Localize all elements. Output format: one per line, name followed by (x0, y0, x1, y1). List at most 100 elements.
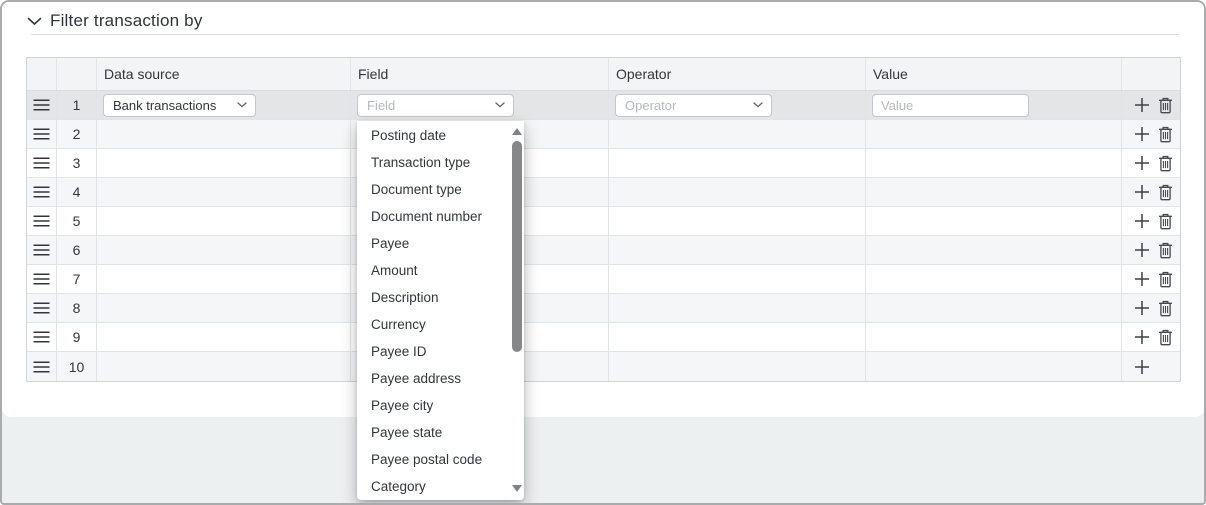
plus-icon (1134, 300, 1150, 316)
data-source-cell (97, 178, 351, 206)
data-source-cell (97, 120, 351, 148)
dropdown-item[interactable]: Transaction type (357, 149, 509, 176)
value-cell (866, 120, 1122, 148)
table-row-1[interactable]: 1 Bank transactions Field (27, 91, 1180, 120)
table-row[interactable]: 9 (27, 323, 1180, 352)
table-row[interactable]: 4 (27, 178, 1180, 207)
table-row[interactable]: 10 (27, 352, 1180, 381)
operator-cell (609, 178, 866, 206)
drag-handle-icon[interactable] (33, 331, 50, 343)
value-input[interactable] (872, 94, 1029, 117)
delete-row-button[interactable] (1155, 124, 1175, 144)
table-row[interactable]: 6 (27, 236, 1180, 265)
add-row-button[interactable] (1132, 269, 1152, 289)
panel-header: Filter transaction by (2, 2, 1204, 31)
delete-row-button[interactable] (1155, 182, 1175, 202)
add-row-button[interactable] (1132, 357, 1152, 377)
chevron-down-icon[interactable] (27, 17, 42, 26)
dropdown-item[interactable]: Payee state (357, 419, 509, 446)
dropdown-item[interactable]: Payee address (357, 365, 509, 392)
dropdown-item[interactable]: Description (357, 284, 509, 311)
triangle-down-icon[interactable] (512, 485, 522, 492)
plus-icon (1134, 213, 1150, 229)
app-window: Filter transaction by Data source Field … (0, 0, 1206, 505)
table-row[interactable]: 7 (27, 265, 1180, 294)
operator-select[interactable]: Operator (615, 94, 772, 117)
data-source-select[interactable]: Bank transactions (103, 94, 256, 117)
table-row[interactable]: 3 (27, 149, 1180, 178)
drag-handle-icon[interactable] (33, 215, 50, 227)
drag-handle-icon[interactable] (33, 244, 50, 256)
value-cell (866, 352, 1122, 381)
table-row[interactable]: 2 (27, 120, 1180, 149)
add-row-button[interactable] (1132, 182, 1152, 202)
drag-handle-icon[interactable] (33, 186, 50, 198)
add-row-button[interactable] (1132, 298, 1152, 318)
drag-cell (27, 178, 57, 206)
dropdown-scrollbar[interactable] (509, 121, 524, 500)
operator-cell (609, 265, 866, 293)
field-select-placeholder: Field (367, 98, 395, 113)
drag-handle-icon[interactable] (33, 302, 50, 314)
delete-row-button[interactable] (1155, 269, 1175, 289)
data-source-cell (97, 323, 351, 351)
dropdown-item[interactable]: Posting date (357, 122, 509, 149)
delete-row-button[interactable] (1155, 240, 1175, 260)
dropdown-item[interactable]: Payee (357, 230, 509, 257)
page-title: Filter transaction by (50, 11, 203, 31)
triangle-up-icon[interactable] (512, 128, 522, 135)
add-row-button[interactable] (1132, 211, 1152, 231)
operator-select-placeholder: Operator (625, 98, 676, 113)
plus-icon (1134, 155, 1150, 171)
add-row-button[interactable] (1132, 327, 1152, 347)
operator-cell (609, 323, 866, 351)
add-row-button[interactable] (1132, 240, 1152, 260)
drag-cell (27, 149, 57, 177)
field-select[interactable]: Field (357, 94, 514, 117)
add-row-button[interactable] (1132, 95, 1152, 115)
delete-row-button[interactable] (1155, 327, 1175, 347)
actions-cell (1122, 207, 1180, 235)
actions-cell (1122, 236, 1180, 264)
dropdown-item[interactable]: Payee postal code (357, 446, 509, 473)
delete-row-button[interactable] (1155, 298, 1175, 318)
drag-handle-icon[interactable] (33, 99, 50, 111)
drag-cell (27, 323, 57, 351)
col-header-drag (27, 58, 57, 90)
operator-cell (609, 120, 866, 148)
table-row[interactable]: 5 (27, 207, 1180, 236)
value-cell (866, 178, 1122, 206)
row-number: 3 (57, 149, 97, 177)
trash-icon (1158, 271, 1173, 288)
delete-row-button[interactable] (1155, 153, 1175, 173)
add-row-button[interactable] (1132, 153, 1152, 173)
scrollbar-thumb[interactable] (512, 141, 522, 352)
trash-icon (1158, 184, 1173, 201)
drag-handle-icon[interactable] (33, 361, 50, 373)
delete-row-button[interactable] (1155, 211, 1175, 231)
drag-cell (27, 207, 57, 235)
drag-handle-icon[interactable] (33, 273, 50, 285)
operator-cell (609, 352, 866, 381)
drag-cell (27, 352, 57, 381)
dropdown-item[interactable]: Currency (357, 311, 509, 338)
drag-handle-icon[interactable] (33, 157, 50, 169)
data-source-cell (97, 236, 351, 264)
table-row[interactable]: 8 (27, 294, 1180, 323)
trash-icon (1158, 213, 1173, 230)
row-number: 9 (57, 323, 97, 351)
data-source-cell (97, 265, 351, 293)
dropdown-item[interactable]: Payee city (357, 392, 509, 419)
value-cell (866, 236, 1122, 264)
dropdown-item[interactable]: Payee ID (357, 338, 509, 365)
dropdown-item[interactable]: Document number (357, 203, 509, 230)
trash-icon (1158, 97, 1173, 114)
actions-cell (1122, 149, 1180, 177)
add-row-button[interactable] (1132, 124, 1152, 144)
dropdown-item[interactable]: Document type (357, 176, 509, 203)
drag-handle-icon[interactable] (33, 128, 50, 140)
value-cell (866, 207, 1122, 235)
delete-row-button[interactable] (1155, 95, 1175, 115)
dropdown-item[interactable]: Category (357, 473, 509, 500)
dropdown-item[interactable]: Amount (357, 257, 509, 284)
